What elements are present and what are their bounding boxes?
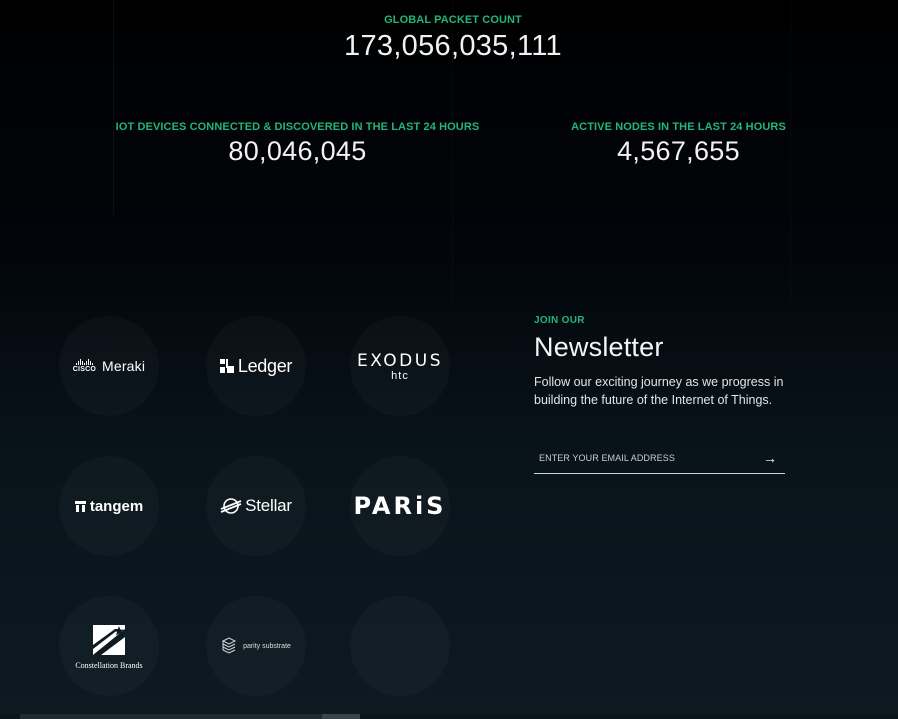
stat-label: IOT DEVICES CONNECTED & DISCOVERED IN TH… [115,121,480,133]
horizontal-scrollbar[interactable] [0,714,898,719]
partner-logo-tangem: tangem [59,456,159,556]
shooting-star-icon [92,624,125,655]
ledger-wordmark: Ledger [237,355,293,376]
ledger-blocks-icon [219,359,234,373]
parity-cube-icon [221,637,237,654]
stellar-rocket-icon [220,498,242,514]
cisco-wordmark: CISCO [72,366,96,373]
stat-value: 4,567,655 [617,136,740,166]
partner-logo-exodus: EXODUS htc [350,316,450,416]
partner-logo-parity-substrate: parity substrate [206,596,306,696]
constellation-wordmark: Constellation Brands [75,660,143,670]
partner-logo-placeholder [350,596,450,696]
parity-wordmark: parity substrate [243,642,291,650]
stat-value: 80,046,045 [228,136,367,166]
newsletter-eyebrow: JOIN OUR [534,315,585,326]
meraki-wordmark: Meraki [101,358,146,374]
newsletter-description: Follow our exciting journey as we progre… [534,375,784,407]
cisco-bars-icon: CISCO [73,359,96,373]
email-input[interactable] [534,453,739,463]
tangem-wordmark: tangem [89,497,144,515]
exodus-wordmark: EXODUS [356,351,443,371]
guide-line [113,0,114,215]
page: GLOBAL PACKET COUNT 173,056,035,111 IOT … [0,0,898,719]
stat-value: 173,056,035,111 [344,30,562,62]
paris-wordmark: PARiS [353,492,447,520]
arrow-right-icon: → [763,450,777,466]
scrollbar-thumb[interactable] [322,714,360,719]
stat-global-packet-count: GLOBAL PACKET COUNT 173,056,035,111 [299,14,607,63]
stat-iot-devices: IOT DEVICES CONNECTED & DISCOVERED IN TH… [110,121,485,167]
submit-button[interactable]: → [763,451,785,465]
scrollbar-track [20,714,340,719]
htc-wordmark: htc [391,371,409,379]
newsletter-form: → [534,443,785,474]
stat-label: ACTIVE NODES IN THE LAST 24 HOURS [571,121,786,133]
partner-logo-ledger: Ledger [206,316,306,416]
stellar-wordmark: Stellar [245,496,292,515]
newsletter-title: Newsletter [534,332,664,362]
tangem-t-icon [74,500,86,512]
partner-logo-stellar: Stellar [206,456,306,556]
partner-logo-constellation-brands: Constellation Brands [59,596,159,696]
partner-logo-paris: PARiS [350,456,450,556]
stat-label: GLOBAL PACKET COUNT [384,14,522,26]
newsletter-section: JOIN OUR Newsletter Follow our exciting … [534,315,834,474]
partner-logo-meraki: CISCO Meraki [59,316,159,416]
stat-active-nodes: ACTIVE NODES IN THE LAST 24 HOURS 4,567,… [560,121,797,167]
